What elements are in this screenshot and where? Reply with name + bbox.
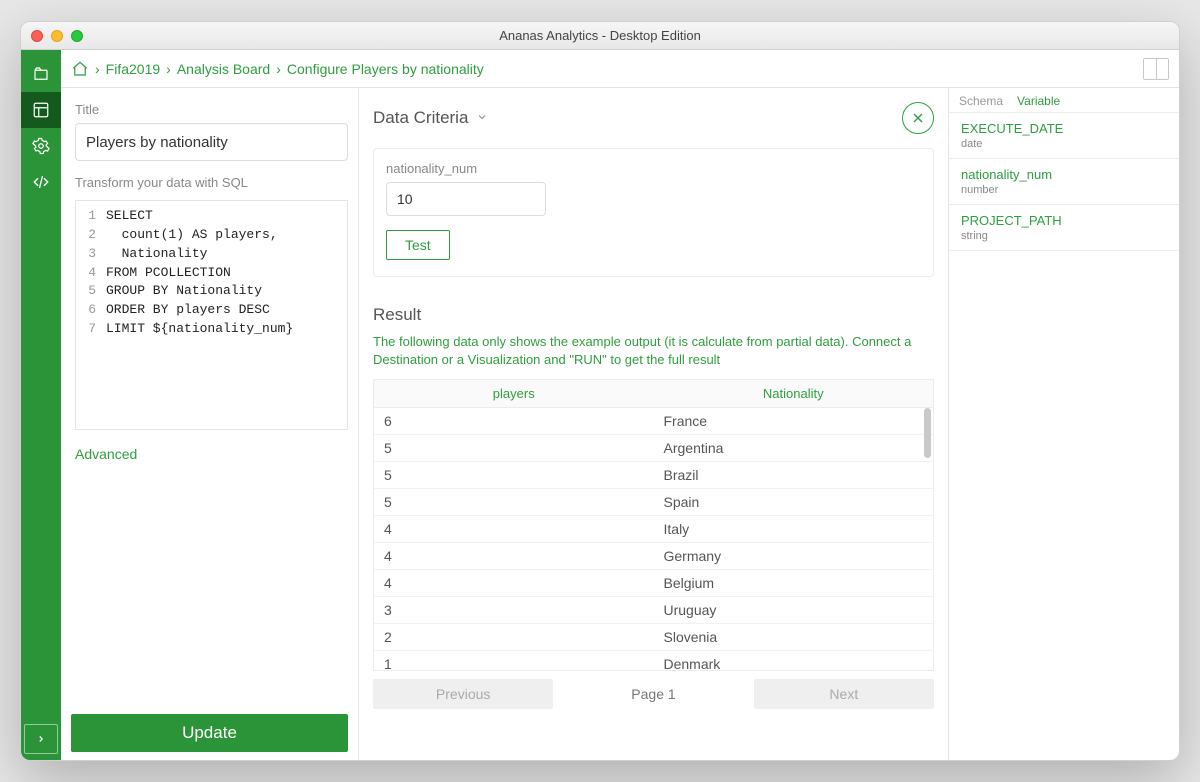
advanced-link[interactable]: Advanced <box>75 446 348 462</box>
transform-label: Transform your data with SQL <box>75 175 348 190</box>
chevron-down-icon <box>476 111 488 126</box>
breadcrumb-separator: › <box>95 61 100 77</box>
variable-name: PROJECT_PATH <box>961 213 1167 228</box>
param-input[interactable] <box>386 182 546 216</box>
sidebar <box>21 50 61 760</box>
column-header[interactable]: Nationality <box>654 380 934 407</box>
table-cell: 4 <box>374 543 654 569</box>
window-title: Ananas Analytics - Desktop Edition <box>21 28 1179 43</box>
chevron-right-icon <box>36 734 46 744</box>
variable-list: EXECUTE_DATEdatenationality_numnumberPRO… <box>949 113 1179 251</box>
sidebar-item-project[interactable] <box>21 56 61 92</box>
criteria-header[interactable]: Data Criteria <box>373 102 934 134</box>
pagination: Previous Page 1 Next <box>373 679 934 709</box>
table-row[interactable]: 3Uruguay <box>374 597 933 624</box>
param-name: nationality_num <box>386 161 921 176</box>
home-icon <box>71 60 89 78</box>
table-cell: Brazil <box>654 462 934 488</box>
breadcrumb-item[interactable]: Fifa2019 <box>106 61 160 77</box>
panel-toggle-button[interactable] <box>1143 58 1169 80</box>
project-icon <box>32 65 50 83</box>
code-icon <box>32 173 50 191</box>
table-cell: 5 <box>374 435 654 461</box>
table-cell: Uruguay <box>654 597 934 623</box>
breadcrumb-bar: › Fifa2019 › Analysis Board › Configure … <box>61 50 1179 88</box>
tab-variable[interactable]: Variable <box>1017 94 1060 108</box>
table-row[interactable]: 5Argentina <box>374 435 933 462</box>
breadcrumb-separator: › <box>276 61 281 77</box>
table-row[interactable]: 5Spain <box>374 489 933 516</box>
sql-code[interactable]: SELECT count(1) AS players, Nationality … <box>100 201 347 429</box>
title-input[interactable] <box>75 123 348 161</box>
column-header[interactable]: players <box>374 380 654 407</box>
test-button[interactable]: Test <box>386 230 450 260</box>
table-cell: Italy <box>654 516 934 542</box>
table-cell: Argentina <box>654 435 934 461</box>
right-tabs: Schema Variable <box>949 88 1179 113</box>
table-row[interactable]: 4Belgium <box>374 570 933 597</box>
update-button[interactable]: Update <box>71 714 348 752</box>
table-row[interactable]: 6France <box>374 408 933 435</box>
table-cell: 1 <box>374 651 654 670</box>
result-table: players Nationality 6France5Argentina5Br… <box>373 379 934 671</box>
table-row[interactable]: 5Brazil <box>374 462 933 489</box>
prev-page-button[interactable]: Previous <box>373 679 553 709</box>
sidebar-collapse-button[interactable] <box>24 724 58 754</box>
config-pane: Title Transform your data with SQL 12345… <box>61 88 359 760</box>
table-cell: 4 <box>374 570 654 596</box>
table-cell: 2 <box>374 624 654 650</box>
table-cell: Slovenia <box>654 624 934 650</box>
table-header: players Nationality <box>374 380 933 408</box>
close-icon <box>910 110 926 126</box>
sidebar-item-board[interactable] <box>21 92 61 128</box>
table-cell: 5 <box>374 489 654 515</box>
next-page-button[interactable]: Next <box>754 679 934 709</box>
table-cell: Denmark <box>654 651 934 670</box>
table-row[interactable]: 2Slovenia <box>374 624 933 651</box>
close-preview-button[interactable] <box>902 102 934 134</box>
table-cell: 6 <box>374 408 654 434</box>
table-cell: Belgium <box>654 570 934 596</box>
table-cell: France <box>654 408 934 434</box>
preview-pane: Data Criteria nationality_num Test R <box>359 88 949 760</box>
variables-pane: Schema Variable EXECUTE_DATEdatenational… <box>949 88 1179 760</box>
variable-item[interactable]: PROJECT_PATHstring <box>949 205 1179 251</box>
variable-type: date <box>961 138 1167 150</box>
result-note: The following data only shows the exampl… <box>373 333 934 369</box>
result-title: Result <box>373 305 934 325</box>
variable-type: number <box>961 184 1167 196</box>
table-row[interactable]: 4Italy <box>374 516 933 543</box>
table-cell: 3 <box>374 597 654 623</box>
breadcrumb-separator: › <box>166 61 171 77</box>
sidebar-item-settings[interactable] <box>21 128 61 164</box>
sidebar-item-code[interactable] <box>21 164 61 200</box>
breadcrumb-item[interactable]: Analysis Board <box>177 61 270 77</box>
page-indicator: Page 1 <box>563 679 743 709</box>
breadcrumb-item[interactable]: Configure Players by nationality <box>287 61 484 77</box>
table-cell: Germany <box>654 543 934 569</box>
table-cell: Spain <box>654 489 934 515</box>
table-cell: 4 <box>374 516 654 542</box>
table-cell: 5 <box>374 462 654 488</box>
variable-name: nationality_num <box>961 167 1167 182</box>
title-label: Title <box>75 102 348 117</box>
tab-schema[interactable]: Schema <box>959 94 1003 108</box>
gear-icon <box>32 137 50 155</box>
variable-name: EXECUTE_DATE <box>961 121 1167 136</box>
variable-type: string <box>961 230 1167 242</box>
title-bar: Ananas Analytics - Desktop Edition <box>21 22 1179 50</box>
home-button[interactable] <box>71 60 89 78</box>
criteria-title: Data Criteria <box>373 108 468 128</box>
board-icon <box>32 101 50 119</box>
line-gutter: 1234567 <box>76 201 100 429</box>
app-window: Ananas Analytics - Desktop Edition <box>20 21 1180 761</box>
sql-editor[interactable]: 1234567 SELECT count(1) AS players, Nati… <box>75 200 348 430</box>
scrollbar-thumb[interactable] <box>924 408 931 458</box>
table-row[interactable]: 1Denmark <box>374 651 933 670</box>
variable-item[interactable]: nationality_numnumber <box>949 159 1179 205</box>
table-body: 6France5Argentina5Brazil5Spain4Italy4Ger… <box>374 408 933 670</box>
table-row[interactable]: 4Germany <box>374 543 933 570</box>
variable-item[interactable]: EXECUTE_DATEdate <box>949 113 1179 159</box>
criteria-params: nationality_num Test <box>373 148 934 277</box>
